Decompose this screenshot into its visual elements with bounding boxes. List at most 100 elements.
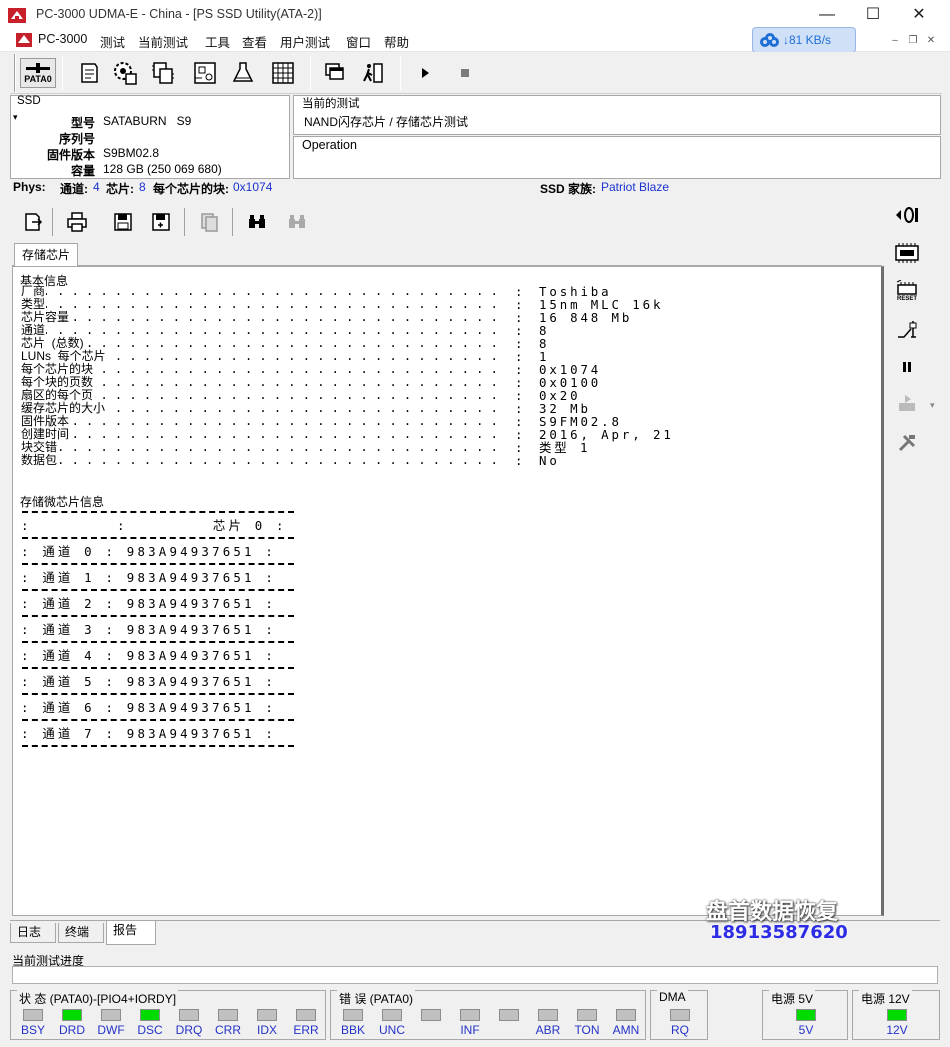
tab-terminal[interactable]: 终端 xyxy=(58,923,104,943)
cascade-windows-icon xyxy=(325,63,344,80)
app-menu-icon[interactable] xyxy=(16,33,32,47)
toolbar-separator xyxy=(52,208,53,236)
menu-pc3000[interactable]: PC-3000 xyxy=(38,32,87,46)
menu-current-test[interactable]: 当前测试 xyxy=(138,32,188,51)
status-led-label: CRR xyxy=(215,1023,241,1037)
menu-tools[interactable]: 工具 xyxy=(205,32,230,51)
errors-led-label: INF xyxy=(460,1023,480,1037)
power-switch-button[interactable] xyxy=(894,316,920,342)
dma-led xyxy=(670,1009,690,1021)
mdi-restore-button[interactable]: ❐ xyxy=(906,35,920,47)
menu-user-test[interactable]: 用户测试 xyxy=(280,32,330,51)
basic-info-row: . . . . . . . . . . . . . . . . . . . . … xyxy=(13,441,873,454)
menu-help[interactable]: 帮助 xyxy=(384,32,409,51)
passport-button[interactable] xyxy=(74,58,104,88)
table-rule xyxy=(22,511,294,513)
basic-info-row: . . . . . . . . . . . . . . . . . . . . … xyxy=(13,298,873,311)
firmware-label: 固件版本 xyxy=(46,148,95,162)
gear-chip-icon xyxy=(114,62,137,85)
menu-window[interactable]: 窗口 xyxy=(346,32,371,51)
status-led xyxy=(101,1009,121,1021)
save-button[interactable] xyxy=(108,207,138,237)
errors-led xyxy=(499,1009,519,1021)
toolbar-separator xyxy=(232,208,233,236)
family-label: SSD 家族: xyxy=(540,182,597,196)
close-button[interactable]: ✕ xyxy=(896,0,942,30)
report-content: 基本信息 . . . . . . . . . . . . . . . . . .… xyxy=(12,266,884,916)
toolbar-grip xyxy=(14,54,16,92)
network-speed-badge: ↓81 KB/s xyxy=(752,27,856,53)
binoculars-disabled-icon xyxy=(289,215,305,228)
chip-tool-button[interactable] xyxy=(148,58,178,88)
grid-icon xyxy=(272,62,294,84)
pata0-port-button[interactable]: PATA0 xyxy=(20,58,56,88)
tab-memory-chip[interactable]: 存储芯片 xyxy=(14,243,78,267)
table-rule xyxy=(22,563,294,565)
errors-title: 错 误 (PATA0) xyxy=(337,990,416,1007)
copy-button[interactable] xyxy=(194,207,224,237)
toolbar-separator xyxy=(62,56,63,90)
basic-info-row: . . . . . . . . . . . . . . . . . . . . … xyxy=(13,311,873,324)
windows-button[interactable] xyxy=(320,58,350,88)
basic-info-row: . . . . . . . . . . . . . . . . . . . . … xyxy=(13,337,873,350)
status-title: 状 态 (PATA0)-[PIO4+IORDY] xyxy=(17,990,179,1007)
mdi-close-button[interactable]: ✕ xyxy=(924,35,938,47)
ssd-info-panel: SSD ▾ 型号 SATABURN S9 序列号 固件版本 S9BM02.8 容… xyxy=(10,95,290,179)
capacity-value: 128 GB (250 069 680) xyxy=(103,162,222,176)
chip-table-header: : : 芯片 0 : xyxy=(21,518,287,533)
board-button[interactable] xyxy=(190,58,220,88)
menu-view[interactable]: 查看 xyxy=(242,32,267,51)
menu-test[interactable]: 测试 xyxy=(100,32,125,51)
exit-button[interactable] xyxy=(358,58,388,88)
channel-label: 通道: xyxy=(60,182,88,196)
chip-info-title: 存储微芯片信息 xyxy=(20,495,105,509)
status-led-label: DSC xyxy=(137,1023,163,1037)
export-button[interactable] xyxy=(18,207,48,237)
test-progress-bar xyxy=(12,966,938,984)
errors-led xyxy=(460,1009,480,1021)
stop-button[interactable] xyxy=(450,58,480,88)
table-rule xyxy=(22,537,294,539)
minimize-button[interactable]: — xyxy=(804,0,850,30)
toolbar-separator xyxy=(184,208,185,236)
mdi-minimize-button[interactable]: – xyxy=(888,35,902,47)
port-switch-button[interactable] xyxy=(894,202,920,228)
firmware-value: S9BM02.8 xyxy=(103,146,160,160)
chip-play-disabled-icon xyxy=(899,395,915,411)
chip-table-row: : 通道 6 : 983A94937651 : xyxy=(21,700,277,715)
status-led-label: IDX xyxy=(256,1023,277,1037)
reset-button[interactable]: RESET xyxy=(894,278,920,304)
power-5v-label: 5V xyxy=(798,1023,814,1037)
save-as-button[interactable] xyxy=(146,207,176,237)
power-5v-title: 电源 5V xyxy=(769,990,816,1007)
chip-table-row: : 通道 5 : 983A94937651 : xyxy=(21,674,277,689)
dot-leader: . . . . . . . . . . . . . . . . . . . . … xyxy=(28,441,498,454)
errors-led-label: UNC xyxy=(379,1023,405,1037)
pause-button[interactable] xyxy=(894,354,920,380)
power-5v-group: 电源 5V 5V xyxy=(762,990,848,1040)
errors-led xyxy=(343,1009,363,1021)
find-next-button[interactable] xyxy=(282,207,312,237)
current-test-title: 当前的测试 xyxy=(302,98,360,110)
tools-button[interactable] xyxy=(894,430,920,456)
more-chevron-icon[interactable]: ▾ xyxy=(930,400,935,411)
print-button[interactable] xyxy=(62,207,92,237)
status-group: 状 态 (PATA0)-[PIO4+IORDY] BSY DRD DWF DSC DRQ… xyxy=(10,990,326,1040)
basic-info-row: . . . . . . . . . . . . . . . . . . . . … xyxy=(13,428,873,441)
maximize-button[interactable]: ☐ xyxy=(850,0,896,30)
find-button[interactable] xyxy=(242,207,272,237)
chip-run-button[interactable] xyxy=(894,392,920,418)
basic-info-row: . . . . . . . . . . . . . . . . . . . . … xyxy=(13,363,873,376)
copy-icon xyxy=(201,213,218,232)
memory-button[interactable] xyxy=(894,240,920,266)
basic-info-row: . . . . . . . . . . . . . . . . . . . . … xyxy=(13,324,873,337)
dot-leader: . . . . . . . . . . . . . . . . . . . . … xyxy=(28,298,498,311)
settings-button[interactable] xyxy=(110,58,140,88)
tab-report[interactable]: 报告 xyxy=(106,921,156,945)
chip-table-row: : 通道 0 : 983A94937651 : xyxy=(21,544,277,559)
cloud-icon xyxy=(760,33,779,47)
tab-log[interactable]: 日志 xyxy=(10,923,56,943)
grid-button[interactable] xyxy=(268,58,298,88)
play-button[interactable] xyxy=(410,58,440,88)
lab-button[interactable] xyxy=(228,58,258,88)
